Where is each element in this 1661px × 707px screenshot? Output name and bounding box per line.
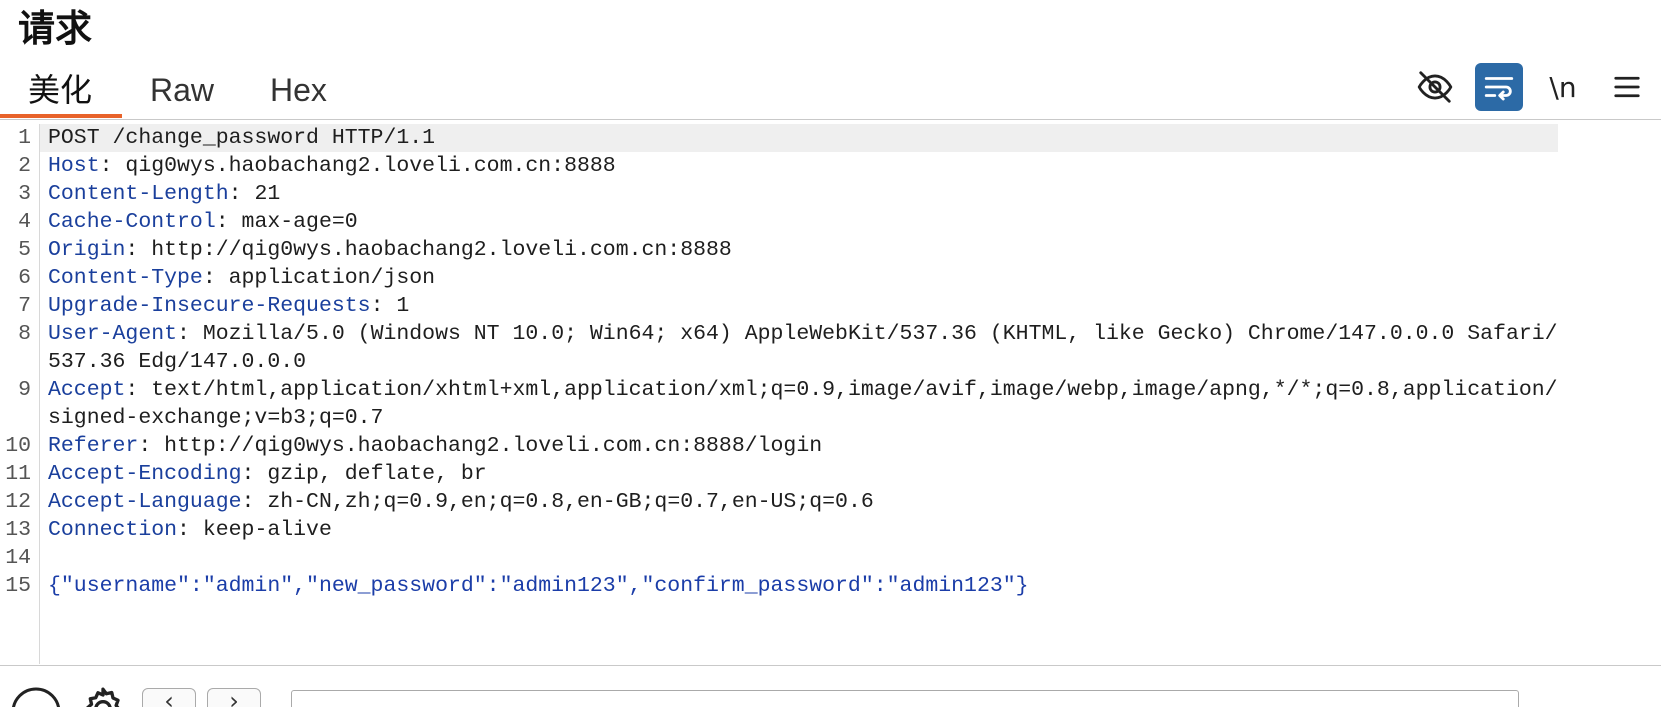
- header-value: : application/json: [202, 266, 436, 290]
- line-number: 10: [5, 434, 31, 458]
- line-content[interactable]: Content-Length: 21: [48, 180, 1558, 208]
- header-value: : gzip, deflate, br: [241, 462, 487, 486]
- wrap-lines-icon: [1484, 77, 1514, 101]
- header-name: Content-Length: [48, 182, 229, 206]
- tab-hex[interactable]: Hex: [242, 62, 355, 118]
- editor-line: 8 User-Agent: Mozilla/5.0 (Windows NT 10…: [0, 320, 1661, 376]
- editor-line: 1 POST /change_password HTTP/1.1: [0, 124, 1661, 152]
- line-content[interactable]: Cache-Control: max-age=0: [48, 208, 1558, 236]
- line-number: 5: [18, 238, 31, 262]
- chevron-left-icon: ‹: [164, 687, 174, 707]
- line-number: 14: [5, 546, 31, 570]
- hamburger-menu-icon: [1614, 76, 1640, 98]
- header-name: Origin: [48, 238, 126, 262]
- search-input[interactable]: [291, 690, 1519, 707]
- help-icon[interactable]: [10, 686, 62, 707]
- line-number: 15: [5, 574, 31, 598]
- panel-title: 请求: [18, 7, 92, 50]
- header-name: Accept-Language: [48, 490, 242, 514]
- header-name: Referer: [48, 434, 139, 458]
- line-content[interactable]: Accept-Encoding: gzip, deflate, br: [48, 460, 1558, 488]
- line-number: 9: [18, 378, 31, 402]
- header-value: : 1: [370, 294, 410, 318]
- header-value: : max-age=0: [215, 210, 358, 234]
- json-body: {"username":"admin","new_password":"admi…: [48, 574, 1029, 598]
- line-number: 13: [5, 518, 31, 542]
- line-number: 4: [18, 210, 31, 234]
- next-match-button[interactable]: ›: [207, 688, 261, 707]
- menu-button[interactable]: [1603, 63, 1651, 111]
- line-content[interactable]: User-Agent: Mozilla/5.0 (Windows NT 10.0…: [48, 320, 1558, 376]
- header-value: : Mozilla/5.0 (Windows NT 10.0; Win64; x…: [48, 322, 1558, 374]
- line-content[interactable]: Host: qig0wys.haobachang2.loveli.com.cn:…: [48, 152, 1558, 180]
- line-content[interactable]: Connection: keep-alive: [48, 516, 1558, 544]
- show-newlines-button[interactable]: \n: [1539, 63, 1587, 111]
- wrap-lines-button[interactable]: [1475, 63, 1523, 111]
- header-name: Connection: [48, 518, 178, 542]
- header-value: : http://qig0wys.haobachang2.loveli.com.…: [125, 238, 732, 262]
- header-name: Upgrade-Insecure-Requests: [48, 294, 371, 318]
- tab-pretty[interactable]: 美化: [0, 62, 122, 118]
- header-name: Host: [48, 154, 100, 178]
- line-number: 8: [18, 322, 31, 346]
- line-content[interactable]: Accept: text/html,application/xhtml+xml,…: [48, 376, 1558, 432]
- line-content[interactable]: POST /change_password HTTP/1.1: [40, 124, 1558, 152]
- line-number: 2: [18, 154, 31, 178]
- request-editor[interactable]: 1 POST /change_password HTTP/1.1 2 Host:…: [0, 124, 1661, 664]
- editor-toolbar: \n: [1411, 62, 1651, 112]
- header-name: User-Agent: [48, 322, 178, 346]
- editor-line: 6 Content-Type: application/json: [0, 264, 1661, 292]
- chevron-right-icon: ›: [229, 687, 239, 707]
- line-number: 7: [18, 294, 31, 318]
- previous-match-button[interactable]: ‹: [142, 688, 196, 707]
- line-content[interactable]: Origin: http://qig0wys.haobachang2.lovel…: [48, 236, 1558, 264]
- request-line: POST /change_password HTTP/1.1: [48, 126, 436, 150]
- editor-line: 14: [0, 544, 1661, 572]
- editor-line: 15 {"username":"admin","new_password":"a…: [0, 572, 1661, 600]
- editor-line: 5 Origin: http://qig0wys.haobachang2.lov…: [0, 236, 1661, 264]
- editor-line: 2 Host: qig0wys.haobachang2.loveli.com.c…: [0, 152, 1661, 180]
- line-content[interactable]: Upgrade-Insecure-Requests: 1: [48, 292, 1558, 320]
- header-value: : text/html,application/xhtml+xml,applic…: [48, 378, 1558, 430]
- line-content[interactable]: Referer: http://qig0wys.haobachang2.love…: [48, 432, 1558, 460]
- header-value: : http://qig0wys.haobachang2.loveli.com.…: [138, 434, 823, 458]
- editor-line: 11 Accept-Encoding: gzip, deflate, br: [0, 460, 1661, 488]
- editor-line: 3 Content-Length: 21: [0, 180, 1661, 208]
- editor-line: 9 Accept: text/html,application/xhtml+xm…: [0, 376, 1661, 432]
- line-number: 6: [18, 266, 31, 290]
- editor-line: 4 Cache-Control: max-age=0: [0, 208, 1661, 236]
- line-number: 11: [5, 462, 31, 486]
- line-number: 12: [5, 490, 31, 514]
- line-content[interactable]: {"username":"admin","new_password":"admi…: [48, 572, 1558, 600]
- hide-non-printable-button[interactable]: [1411, 63, 1459, 111]
- view-tabs: 美化 Raw Hex: [0, 62, 355, 118]
- line-content[interactable]: Content-Type: application/json: [48, 264, 1558, 292]
- header-name: Accept-Encoding: [48, 462, 242, 486]
- editor-line: 7 Upgrade-Insecure-Requests: 1: [0, 292, 1661, 320]
- editor-line: 13 Connection: keep-alive: [0, 516, 1661, 544]
- header-value: : zh-CN,zh;q=0.9,en;q=0.8,en-GB;q=0.7,en…: [241, 490, 874, 514]
- header-name: Content-Type: [48, 266, 203, 290]
- header-name: Accept: [48, 378, 126, 402]
- line-content[interactable]: Accept-Language: zh-CN,zh;q=0.9,en;q=0.8…: [48, 488, 1558, 516]
- eye-off-icon: [1417, 71, 1453, 103]
- line-number: 1: [18, 126, 31, 150]
- editor-line: 12 Accept-Language: zh-CN,zh;q=0.9,en;q=…: [0, 488, 1661, 516]
- header-value: : 21: [228, 182, 281, 206]
- tab-divider: [0, 119, 1661, 120]
- header-name: Cache-Control: [48, 210, 216, 234]
- gear-icon[interactable]: [78, 684, 128, 707]
- newline-icon: \n: [1549, 70, 1577, 104]
- search-bar: ‹ ›: [0, 666, 1661, 707]
- editor-line: 10 Referer: http://qig0wys.haobachang2.l…: [0, 432, 1661, 460]
- tab-raw[interactable]: Raw: [122, 62, 242, 118]
- line-number: 3: [18, 182, 31, 206]
- header-value: : keep-alive: [177, 518, 332, 542]
- header-value: : qig0wys.haobachang2.loveli.com.cn:8888: [99, 154, 616, 178]
- line-content[interactable]: [48, 544, 1558, 572]
- gutter-divider: [39, 124, 40, 664]
